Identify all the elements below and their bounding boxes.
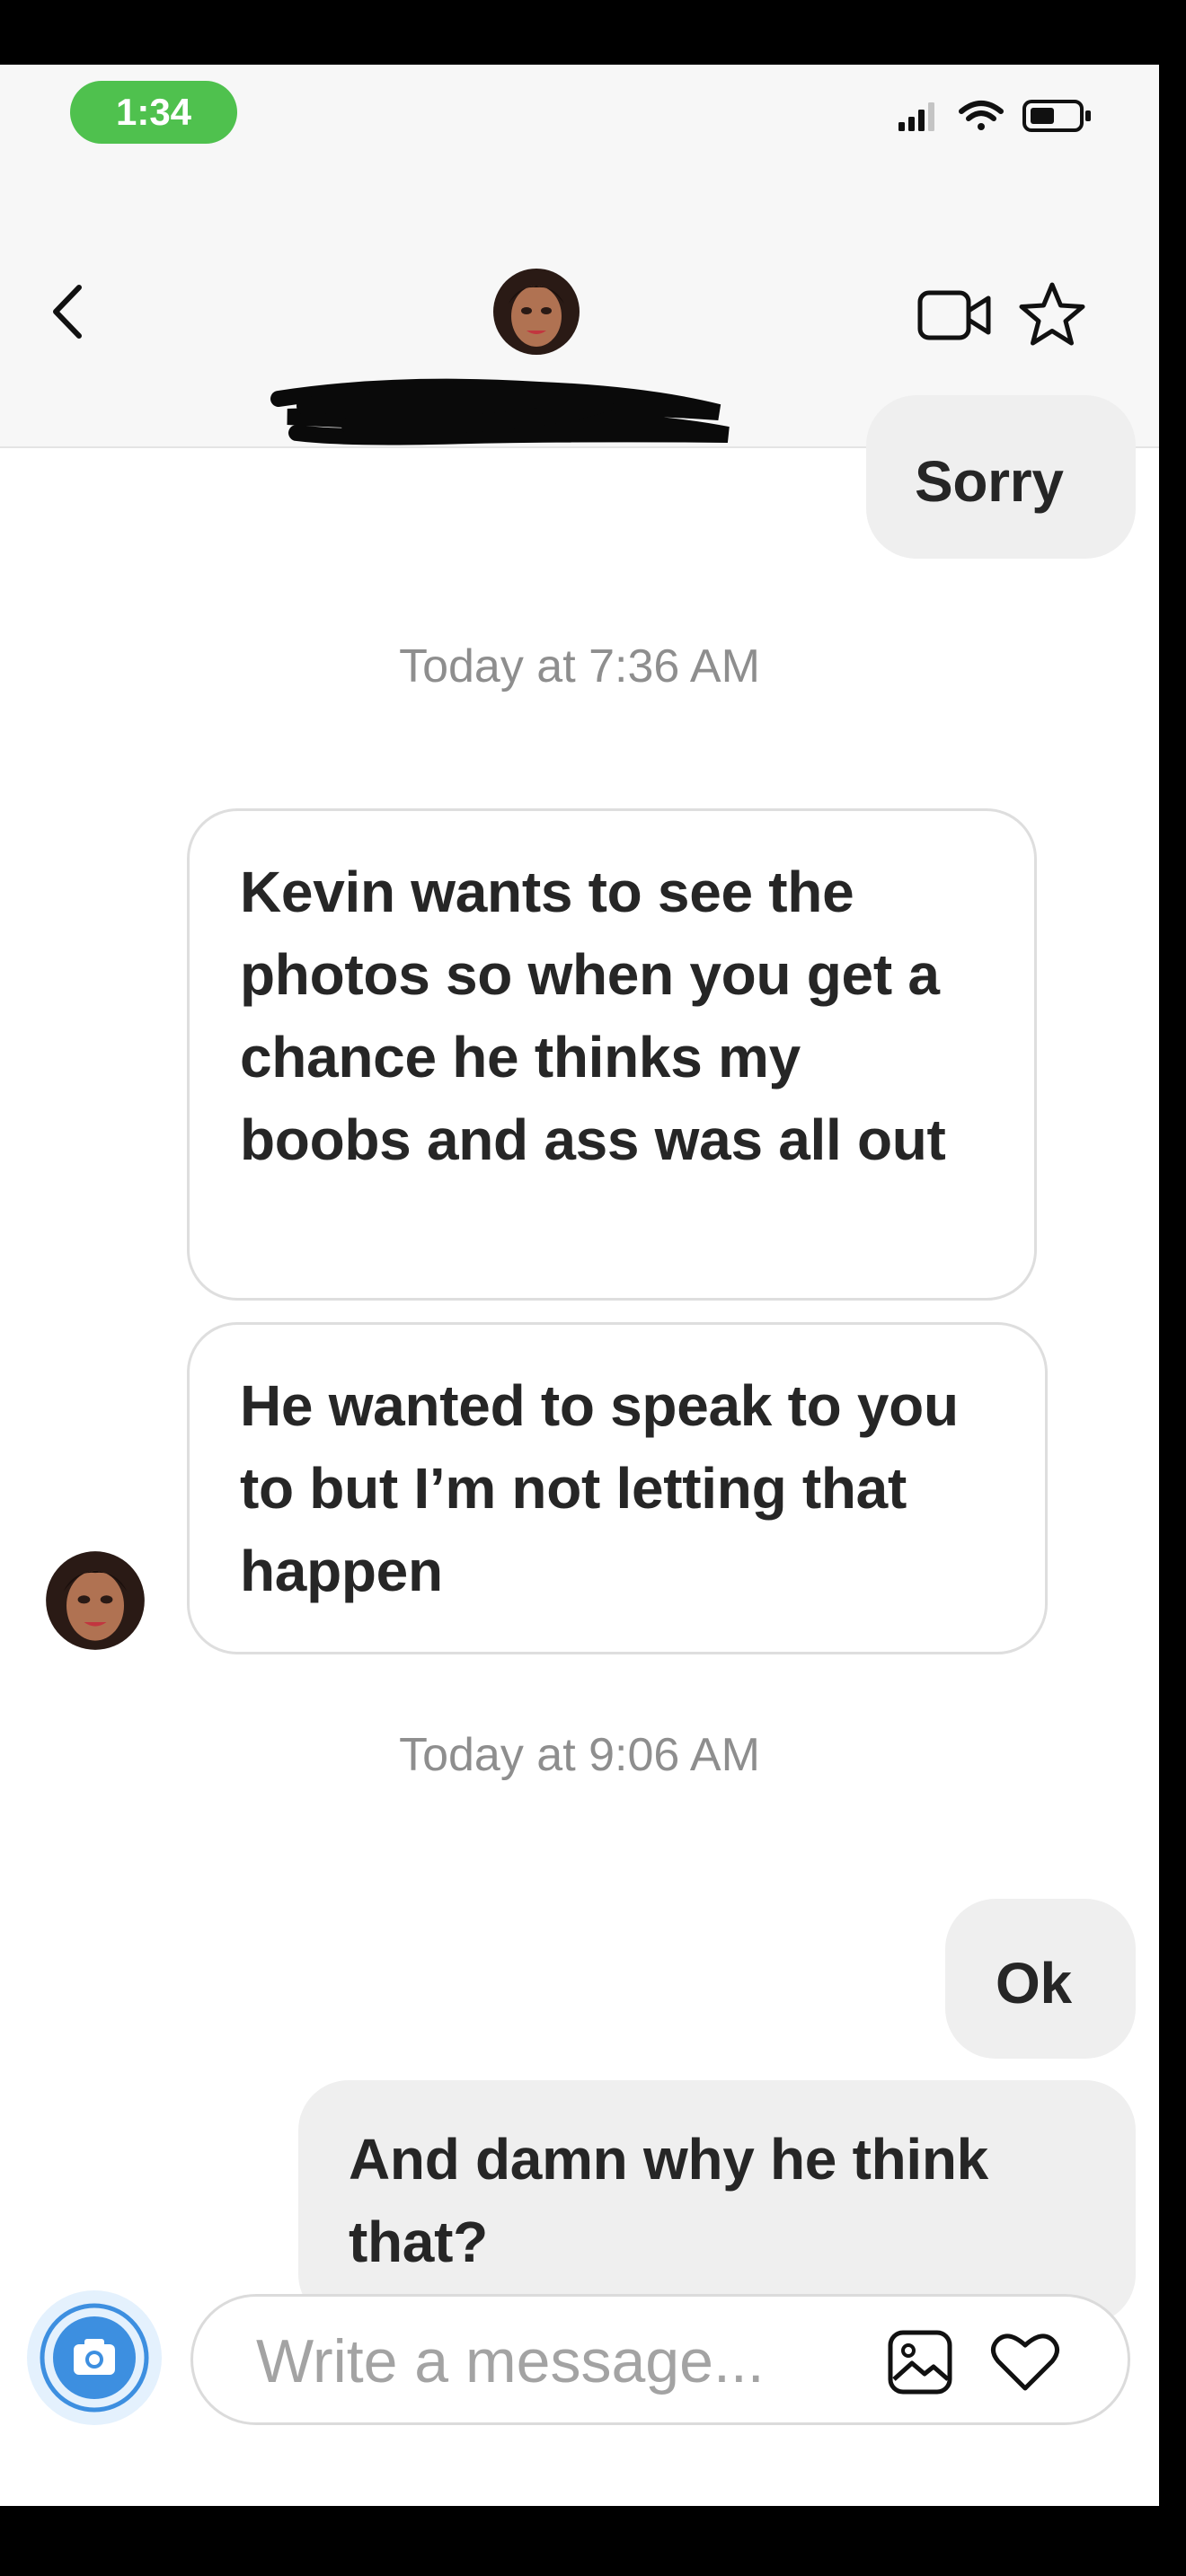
contact-avatar[interactable] — [492, 268, 580, 356]
chevron-left-icon[interactable] — [45, 280, 90, 343]
status-bar: 1:34 — [0, 65, 1159, 154]
message-sent-ok: Ok — [945, 1899, 1136, 2059]
heart-outline-icon[interactable] — [989, 2329, 1061, 2394]
contact-name-redacted — [270, 378, 730, 446]
message-sent: And damn why he think that? — [298, 2080, 1136, 2325]
timestamp: Today at 9:06 AM — [399, 1729, 760, 1781]
message-received: He wanted to speak to you to but I’m not… — [187, 1322, 1048, 1654]
battery-icon — [1022, 100, 1091, 132]
message-input-placeholder: Write a message... — [256, 2327, 765, 2395]
status-icons — [898, 100, 1091, 132]
timestamp: Today at 7:36 AM — [399, 640, 760, 693]
message-received: Kevin wants to see the photos so when yo… — [187, 808, 1037, 1301]
message-sent-sorry: Sorry — [866, 395, 1136, 559]
image-gallery-icon[interactable] — [885, 2327, 955, 2397]
chat-screen: 1:34 Sorry Today at 7:36 AM Kevin wants … — [0, 65, 1159, 2506]
wifi-icon — [959, 101, 1004, 130]
contact-avatar-small[interactable] — [45, 1550, 146, 1651]
star-outline-icon[interactable] — [1017, 280, 1087, 348]
video-camera-icon[interactable] — [916, 286, 994, 345]
camera-button[interactable] — [27, 2290, 162, 2425]
message-input[interactable]: Write a message... — [190, 2294, 1130, 2425]
status-time: 1:34 — [70, 81, 237, 144]
signal-icon — [898, 102, 934, 131]
camera-icon — [40, 2303, 149, 2413]
